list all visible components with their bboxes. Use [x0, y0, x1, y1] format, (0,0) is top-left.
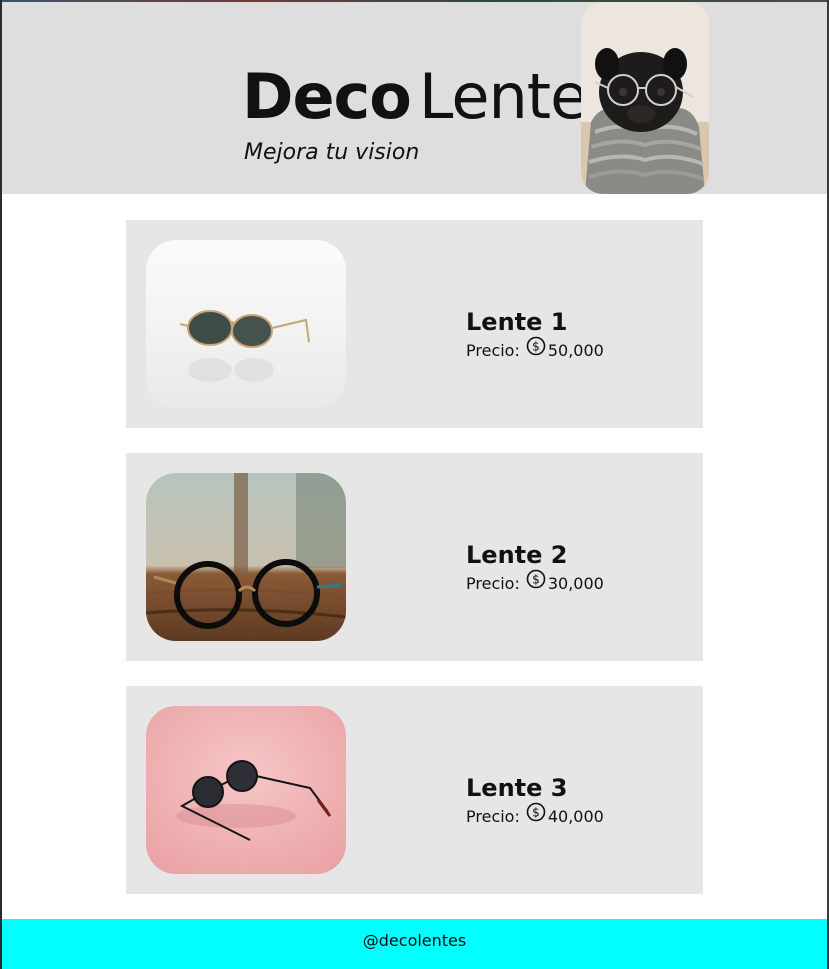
dollar-coin-icon: $: [526, 569, 546, 589]
product-title: Lente 1: [466, 308, 568, 336]
svg-text:$: $: [532, 340, 540, 354]
pug-with-glasses-image: [581, 2, 709, 194]
product-image[interactable]: [146, 473, 346, 641]
brand-name-bold: Deco: [242, 60, 412, 133]
price-value: 50,000: [547, 341, 604, 360]
brand-logo[interactable]: Deco Lentes: [242, 60, 620, 134]
dollar-coin-icon: $: [526, 336, 546, 356]
product-image[interactable]: [146, 240, 346, 408]
site-header: Deco Lentes Mejora tu vision: [2, 2, 827, 194]
svg-text:$: $: [532, 573, 540, 587]
product-card[interactable]: Lente 3 Precio: $ 40,000: [126, 686, 703, 894]
price-value: 30,000: [547, 574, 604, 593]
product-price: Precio: $ 40,000: [466, 802, 604, 826]
social-handle-link[interactable]: @decolentes: [2, 931, 827, 950]
price-value: 40,000: [547, 807, 604, 826]
product-price: Precio: $ 50,000: [466, 336, 604, 360]
brand-tagline: Mejora tu vision: [244, 140, 420, 165]
svg-text:$: $: [532, 806, 540, 820]
product-price: Precio: $ 30,000: [466, 569, 604, 593]
product-card[interactable]: Lente 2 Precio: $ 30,000: [126, 453, 703, 661]
product-title: Lente 3: [466, 774, 568, 802]
product-title: Lente 2: [466, 541, 568, 569]
product-card[interactable]: Lente 1 Precio: $ 50,000: [126, 220, 703, 428]
price-label: Precio:: [466, 341, 520, 360]
site-footer: @decolentes: [2, 919, 827, 969]
price-label: Precio:: [466, 574, 520, 593]
price-label: Precio:: [466, 807, 520, 826]
product-image[interactable]: [146, 706, 346, 874]
dollar-coin-icon: $: [526, 802, 546, 822]
